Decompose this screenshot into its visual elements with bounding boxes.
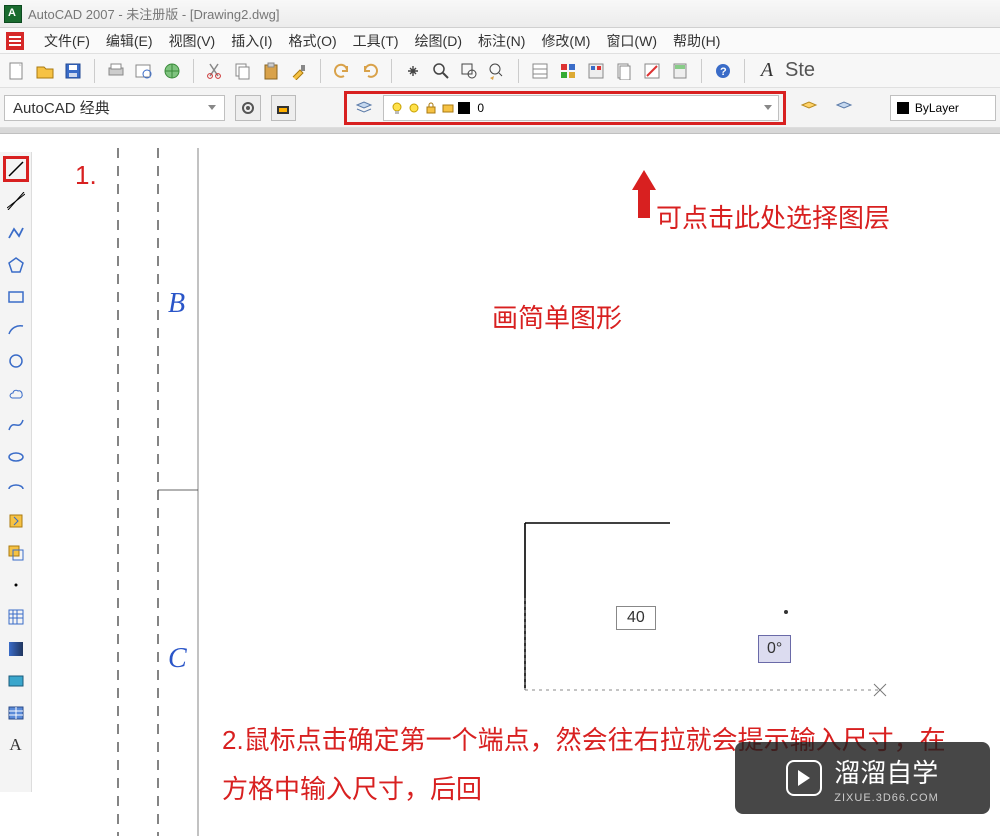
undo-icon[interactable]	[329, 58, 355, 84]
ellipse-arc-icon[interactable]	[3, 476, 29, 502]
mtext-icon[interactable]: A	[3, 732, 29, 758]
polygon-icon[interactable]	[3, 252, 29, 278]
copy-icon[interactable]	[230, 58, 256, 84]
watermark-brand: 溜溜自学	[834, 758, 938, 788]
axis-label-c: C	[168, 643, 187, 675]
zoom-realtime-icon[interactable]	[428, 58, 454, 84]
polyline-icon[interactable]	[3, 220, 29, 246]
window-title: AutoCAD 2007 - 未注册版 - [Drawing2.dwg]	[28, 4, 279, 23]
menu-view[interactable]: 视图(V)	[169, 31, 216, 51]
workspace-row: AutoCAD 经典 0 ByLayer	[0, 88, 1000, 128]
revcloud-icon[interactable]	[3, 380, 29, 406]
gradient-icon[interactable]	[3, 636, 29, 662]
redo-icon[interactable]	[357, 58, 383, 84]
layer-dropdown[interactable]: 0	[383, 95, 779, 121]
app-menu-icon[interactable]	[6, 32, 24, 50]
play-icon	[786, 760, 822, 796]
steering-label: Ste	[785, 59, 815, 82]
bulb-icon	[390, 101, 404, 115]
sun-icon	[407, 101, 421, 115]
rectangle-icon[interactable]	[3, 284, 29, 310]
match-props-icon[interactable]	[286, 58, 312, 84]
menu-modify[interactable]: 修改(M)	[541, 31, 590, 51]
text-style-a-icon[interactable]: A	[753, 58, 781, 84]
layer-toolbar-highlight: 0	[344, 91, 786, 125]
menu-file[interactable]: 文件(F)	[44, 31, 90, 51]
chevron-down-icon	[208, 105, 216, 110]
up-arrow-icon	[632, 170, 656, 190]
menu-bar: 文件(F) 编辑(E) 视图(V) 插入(I) 格式(O) 工具(T) 绘图(D…	[0, 28, 1000, 54]
insert-block-icon[interactable]	[3, 508, 29, 534]
menu-edit[interactable]: 编辑(E)	[106, 31, 153, 51]
construction-line-icon[interactable]	[3, 188, 29, 214]
dimension-input[interactable]: 40	[616, 606, 656, 630]
print-icon[interactable]	[103, 58, 129, 84]
menu-dimension[interactable]: 标注(N)	[478, 31, 525, 51]
plot-icon	[441, 101, 455, 115]
new-icon[interactable]	[4, 58, 30, 84]
layer-previous-icon[interactable]	[831, 95, 856, 121]
design-center-icon[interactable]	[555, 58, 581, 84]
linetype-dropdown[interactable]: ByLayer	[890, 95, 996, 121]
draw-toolbar: A	[0, 152, 32, 792]
lock-icon	[424, 101, 438, 115]
annotation-title: 画简单图形	[492, 298, 622, 335]
workspace-lock-icon[interactable]	[271, 95, 296, 121]
menu-window[interactable]: 窗口(W)	[606, 31, 657, 51]
linetype-value: ByLayer	[915, 101, 959, 115]
annotation-step1: 1.	[75, 160, 97, 191]
markup-icon[interactable]	[639, 58, 665, 84]
layer-manager-icon[interactable]	[351, 95, 377, 121]
standard-toolbar: ? A Ste	[0, 54, 1000, 88]
arc-icon[interactable]	[3, 316, 29, 342]
circle-icon[interactable]	[3, 348, 29, 374]
drawing-canvas[interactable]: B C 1. 可点击此处选择图层 画简单图形 40 0° 2.鼠标点击确定第一个…	[40, 148, 1000, 836]
menu-draw[interactable]: 绘图(D)	[415, 31, 462, 51]
menu-help[interactable]: 帮助(H)	[673, 31, 720, 51]
workspace-settings-icon[interactable]	[235, 95, 260, 121]
calc-icon[interactable]	[667, 58, 693, 84]
layer-color-swatch	[458, 102, 470, 114]
cut-icon[interactable]	[202, 58, 228, 84]
pan-icon[interactable]	[400, 58, 426, 84]
workspace-dropdown[interactable]: AutoCAD 经典	[4, 95, 225, 121]
make-block-icon[interactable]	[3, 540, 29, 566]
color-swatch	[897, 102, 909, 114]
menu-format[interactable]: 格式(O)	[288, 31, 336, 51]
table-icon[interactable]	[3, 700, 29, 726]
svg-text:?: ?	[720, 66, 727, 78]
watermark-site: ZIXUE.3D66.COM	[834, 792, 938, 804]
paste-icon[interactable]	[258, 58, 284, 84]
open-icon[interactable]	[32, 58, 58, 84]
layer-states-icon[interactable]	[796, 95, 821, 121]
menu-insert[interactable]: 插入(I)	[231, 31, 272, 51]
region-icon[interactable]	[3, 668, 29, 694]
point-icon[interactable]	[3, 572, 29, 598]
hatch-icon[interactable]	[3, 604, 29, 630]
save-icon[interactable]	[60, 58, 86, 84]
publish-icon[interactable]	[159, 58, 185, 84]
ellipse-icon[interactable]	[3, 444, 29, 470]
tool-palettes-icon[interactable]	[583, 58, 609, 84]
layer-name: 0	[477, 101, 484, 115]
watermark: 溜溜自学 ZIXUE.3D66.COM	[735, 742, 990, 814]
axis-label-b: B	[168, 288, 185, 320]
chevron-down-icon	[764, 105, 772, 110]
sheet-set-icon[interactable]	[611, 58, 637, 84]
line-tool-icon[interactable]	[3, 156, 29, 182]
angle-input[interactable]: 0°	[758, 635, 791, 663]
zoom-window-icon[interactable]	[456, 58, 482, 84]
zoom-previous-icon[interactable]	[484, 58, 510, 84]
up-arrow-stem	[638, 190, 650, 218]
spline-icon[interactable]	[3, 412, 29, 438]
help-icon[interactable]: ?	[710, 58, 736, 84]
app-icon	[4, 5, 22, 23]
annotation-layer: 可点击此处选择图层	[656, 198, 890, 235]
plot-preview-icon[interactable]	[131, 58, 157, 84]
title-bar: AutoCAD 2007 - 未注册版 - [Drawing2.dwg]	[0, 0, 1000, 28]
menu-tools[interactable]: 工具(T)	[353, 31, 399, 51]
workspace-value: AutoCAD 经典	[13, 97, 110, 118]
properties-icon[interactable]	[527, 58, 553, 84]
